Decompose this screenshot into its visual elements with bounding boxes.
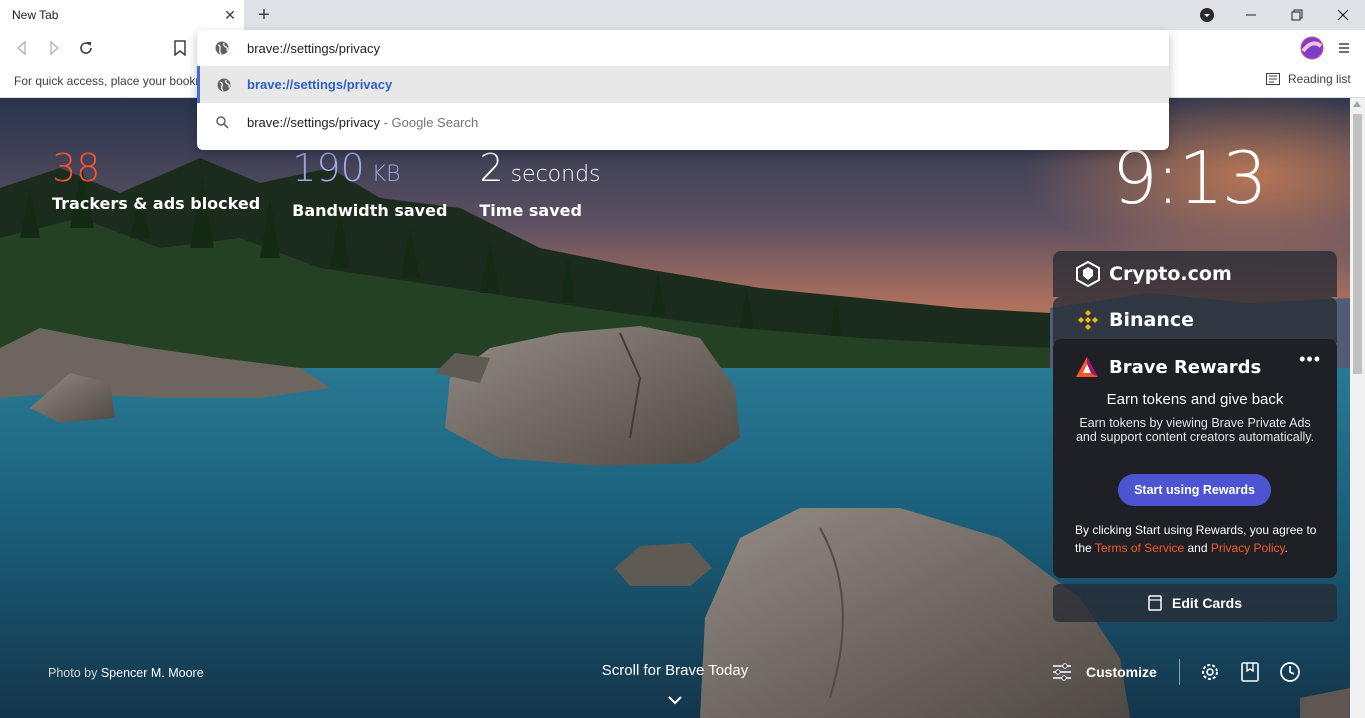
tab-new-tab[interactable]: New Tab ✕ — [0, 0, 244, 30]
tab-search-icon[interactable] — [1184, 0, 1230, 30]
chevron-down-icon[interactable] — [667, 692, 683, 710]
suggestion-query: brave://settings/privacy — [247, 115, 380, 130]
scroll-thumb[interactable] — [1353, 114, 1362, 374]
rewards-header-label: Brave Rewards — [1109, 356, 1262, 378]
card-crypto-com[interactable]: Crypto.com — [1053, 251, 1337, 297]
close-window-icon[interactable] — [1320, 0, 1365, 30]
rewards-title: Earn tokens and give back — [1106, 391, 1284, 408]
reload-icon[interactable] — [76, 38, 96, 58]
customize-button[interactable]: Customize — [1052, 659, 1180, 685]
more-options-icon[interactable]: ••• — [1299, 349, 1321, 370]
stat-unit: seconds — [503, 162, 601, 187]
stat-unit: KB — [364, 162, 401, 187]
crypto-com-icon — [1075, 261, 1101, 287]
sliders-icon — [1053, 663, 1071, 681]
bottom-controls: Customize — [1052, 658, 1318, 686]
stat-time-value: 2 seconds — [479, 148, 600, 195]
globe-icon — [197, 41, 247, 55]
stat-number: 2 — [479, 146, 504, 190]
card-binance[interactable]: Binance — [1053, 297, 1337, 343]
binance-icon — [1075, 307, 1101, 333]
edit-cards-icon — [1148, 595, 1162, 611]
globe-icon — [200, 78, 247, 92]
tab-title: New Tab — [12, 8, 59, 22]
omnibox-suggestion[interactable]: brave://settings/privacy — [197, 66, 1169, 103]
start-using-rewards-button[interactable]: Start using Rewards — [1118, 474, 1271, 506]
reading-list-button[interactable]: Reading list — [1266, 72, 1351, 86]
brave-rewards-card: Brave Rewards ••• Earn tokens and give b… — [1053, 339, 1337, 578]
search-icon — [197, 116, 247, 129]
restore-icon[interactable] — [1274, 0, 1320, 30]
stat-bandwidth: 190 KB Bandwidth saved — [292, 148, 447, 220]
stats-row: 38 Trackers & ads blocked 190 KB Bandwid… — [52, 148, 633, 220]
rewards-header: Brave Rewards — [1075, 356, 1261, 378]
bookmarks-hint: For quick access, place your bookmarks h… — [14, 74, 198, 88]
stat-trackers: 38 Trackers & ads blocked — [52, 148, 260, 220]
suggestion-url: brave://settings/privacy — [247, 77, 393, 92]
tab-close-icon[interactable]: ✕ — [222, 7, 238, 23]
reading-list-icon — [1266, 73, 1280, 85]
edit-cards-button[interactable]: Edit Cards — [1053, 584, 1337, 622]
legal-and: and — [1184, 541, 1211, 555]
history-icon[interactable] — [1278, 660, 1302, 684]
brave-rewards-icon — [1076, 357, 1098, 377]
address-bar[interactable]: brave://settings/privacy — [197, 30, 1169, 66]
stat-bandwidth-value: 190 KB — [292, 148, 447, 195]
omnibox-dropdown: brave://settings/privacy brave://setting… — [197, 30, 1169, 150]
card-crypto-label: Crypto.com — [1109, 263, 1232, 285]
edit-cards-label: Edit Cards — [1171, 595, 1242, 611]
terms-of-service-link[interactable]: Terms of Service — [1095, 541, 1184, 555]
stat-label: Trackers & ads blocked — [52, 194, 261, 213]
page-scrollbar[interactable] — [1350, 98, 1365, 718]
reading-list-label: Reading list — [1288, 72, 1351, 86]
stat-trackers-value: 38 — [52, 148, 260, 188]
menu-icon[interactable] — [1334, 38, 1354, 58]
address-input-text: brave://settings/privacy — [247, 40, 380, 56]
tab-strip: New Tab ✕ + — [0, 0, 1365, 30]
settings-gear-icon[interactable] — [1198, 660, 1222, 684]
card-binance-label: Binance — [1109, 309, 1195, 331]
rewards-description: Earn tokens by viewing Brave Private Ads… — [1075, 416, 1315, 444]
customize-label: Customize — [1086, 664, 1157, 680]
legal-suffix: . — [1284, 541, 1289, 555]
forward-icon[interactable] — [44, 38, 64, 58]
stat-number: 38 — [52, 146, 101, 190]
privacy-policy-link[interactable]: Privacy Policy — [1211, 541, 1285, 555]
stat-number: 190 — [292, 146, 365, 190]
stat-time: 2 seconds Time saved — [479, 148, 600, 220]
bookmarks-icon[interactable] — [1238, 660, 1262, 684]
minimize-icon[interactable] — [1228, 0, 1274, 30]
rewards-legal-text: By clicking Start using Rewards, you agr… — [1075, 521, 1325, 557]
stat-label: Time saved — [479, 201, 582, 220]
scroll-up-icon[interactable] — [1353, 101, 1361, 107]
stat-label: Bandwidth saved — [292, 201, 448, 220]
bookmark-icon[interactable] — [170, 38, 190, 58]
profile-avatar[interactable] — [1300, 36, 1324, 60]
new-tab-button[interactable]: + — [252, 4, 276, 26]
omnibox-suggestion[interactable]: brave://settings/privacy - Google Search — [197, 104, 1169, 141]
back-icon[interactable] — [12, 38, 32, 58]
suggestion-suffix: - Google Search — [379, 115, 479, 130]
